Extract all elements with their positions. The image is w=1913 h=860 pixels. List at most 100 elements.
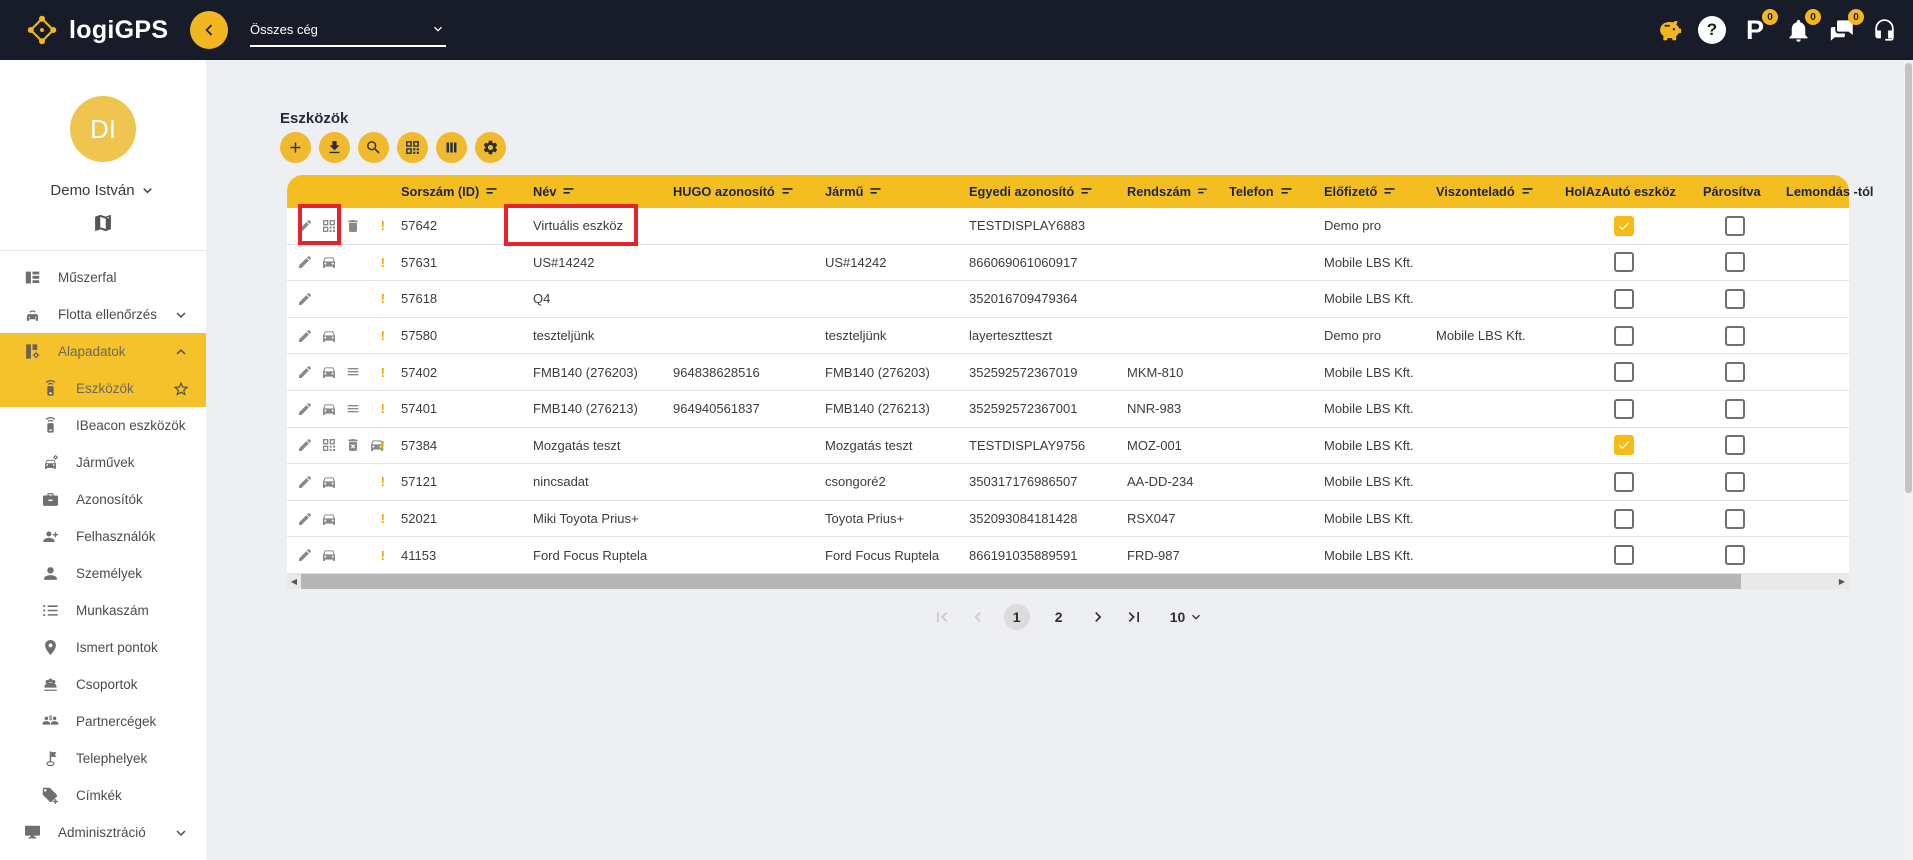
column-header-sorszam[interactable]: Sorszám (ID) [391, 184, 523, 199]
parositva-checkbox[interactable] [1725, 326, 1745, 346]
previous-page-button[interactable] [968, 607, 988, 627]
sidebar-item-ibeacon-eszkozok[interactable]: IBeacon eszközök [0, 407, 206, 444]
parositva-checkbox[interactable] [1725, 289, 1745, 309]
holazauto-checkbox[interactable] [1614, 509, 1634, 529]
sidebar-item-muszerfal[interactable]: Műszerfal [0, 259, 206, 296]
map-button[interactable] [0, 212, 206, 234]
parositva-checkbox[interactable] [1725, 252, 1745, 272]
pencil-action-button[interactable] [297, 328, 313, 344]
page-button-2[interactable]: 2 [1046, 604, 1072, 630]
car-action-button[interactable] [321, 254, 337, 270]
scroll-right-arrow[interactable]: ▶ [1835, 574, 1849, 589]
piggy-bank-button[interactable] [1653, 8, 1684, 52]
holazauto-checkbox[interactable] [1614, 289, 1634, 309]
pencil-action-button[interactable] [297, 511, 313, 527]
filter-icon [1382, 184, 1397, 199]
holazauto-checkbox[interactable] [1614, 362, 1634, 382]
sidebar-item-cimkek[interactable]: Címkék [0, 777, 206, 814]
pencil-action-button[interactable] [297, 401, 313, 417]
parositva-checkbox[interactable] [1725, 545, 1745, 565]
pencil-action-button[interactable] [297, 437, 313, 453]
user-menu[interactable]: Demo István [0, 182, 206, 199]
sidebar-item-munkaszam[interactable]: Munkaszám [0, 592, 206, 629]
car-action-button[interactable] [321, 401, 337, 417]
sidebar-item-szemelyek[interactable]: Személyek [0, 555, 206, 592]
list-action-button[interactable] [345, 401, 361, 417]
export-button[interactable] [319, 132, 350, 163]
sidebar-item-azonositok[interactable]: Azonosítók [0, 481, 206, 518]
holazauto-checkbox[interactable] [1614, 216, 1634, 236]
company-select[interactable]: Összes cég [250, 21, 446, 47]
user-block: DI Demo István [0, 60, 206, 251]
search-button[interactable] [358, 132, 389, 163]
holazauto-checkbox[interactable] [1614, 435, 1634, 455]
column-settings-button[interactable] [436, 132, 467, 163]
column-header-hugo[interactable]: HUGO azonosító [663, 184, 815, 199]
column-header-viszontelado[interactable]: Viszonteladó [1426, 184, 1555, 199]
qr-action-button[interactable] [321, 437, 337, 453]
avatar[interactable]: DI [70, 96, 136, 162]
list-action-button[interactable] [345, 364, 361, 380]
holazauto-checkbox[interactable] [1614, 472, 1634, 492]
scroll-left-arrow[interactable]: ◀ [287, 574, 301, 589]
pencil-action-button[interactable] [297, 254, 313, 270]
car-action-button[interactable] [321, 364, 337, 380]
column-header-jarmu[interactable]: Jármű [815, 184, 959, 199]
notifications-button[interactable]: 0 [1783, 8, 1813, 52]
trash-x-action-button[interactable] [345, 437, 361, 453]
next-page-button[interactable] [1088, 607, 1108, 627]
parositva-checkbox[interactable] [1725, 472, 1745, 492]
column-header-nev[interactable]: Név [523, 184, 663, 199]
column-header-telefon[interactable]: Telefon [1219, 184, 1314, 199]
pencil-action-button[interactable] [297, 547, 313, 563]
add-device-button[interactable] [280, 132, 311, 163]
column-header-egyedi[interactable]: Egyedi azonosító [959, 184, 1117, 199]
parositva-checkbox[interactable] [1725, 362, 1745, 382]
qr-scan-button[interactable] [397, 132, 428, 163]
sidebar-item-ismert-pontok[interactable]: Ismert pontok [0, 629, 206, 666]
notification-badge: 0 [1805, 9, 1821, 25]
parking-button[interactable]: P0 [1740, 8, 1770, 52]
holazauto-checkbox[interactable] [1614, 399, 1634, 419]
horizontal-scrollbar-thumb[interactable] [301, 574, 1741, 589]
messages-button[interactable]: 0 [1826, 8, 1856, 52]
column-header-elofizeto[interactable]: Előfizető [1314, 184, 1426, 199]
sidebar-item-jarmuvek[interactable]: Járművek [0, 444, 206, 481]
pencil-action-button[interactable] [297, 474, 313, 490]
column-header-rendszam[interactable]: Rendszám [1117, 184, 1219, 199]
search-icon [365, 139, 382, 156]
parositva-checkbox[interactable] [1725, 509, 1745, 529]
car-action-button[interactable] [321, 474, 337, 490]
vertical-scrollbar-thumb[interactable] [1905, 63, 1912, 493]
sidebar-item-telephelyek[interactable]: Telephelyek [0, 740, 206, 777]
sidebar-item-eszkozok[interactable]: Eszközök [0, 370, 206, 407]
holazauto-checkbox[interactable] [1614, 545, 1634, 565]
favorite-star[interactable] [172, 380, 190, 398]
page-button-1[interactable]: 1 [1004, 604, 1030, 630]
support-button[interactable] [1869, 8, 1899, 52]
help-button[interactable]: ? [1697, 8, 1727, 52]
pencil-action-button[interactable] [297, 291, 313, 307]
car-action-button[interactable] [321, 328, 337, 344]
sidebar-collapse-button[interactable] [190, 11, 228, 49]
sidebar-item-alapadatok[interactable]: Alapadatok [0, 333, 206, 370]
sidebar-item-felhasznalok[interactable]: Felhasználók [0, 518, 206, 555]
car-action-button[interactable] [321, 511, 337, 527]
last-page-button[interactable] [1124, 607, 1144, 627]
holazauto-checkbox[interactable] [1614, 252, 1634, 272]
parositva-checkbox[interactable] [1725, 216, 1745, 236]
holazauto-checkbox[interactable] [1614, 326, 1634, 346]
app-logo[interactable]: logiGPS [24, 0, 168, 60]
first-page-button[interactable] [932, 607, 952, 627]
car-action-button[interactable] [321, 547, 337, 563]
sidebar-item-flotta-ellenorzes[interactable]: Flotta ellenőrzés [0, 296, 206, 333]
pencil-action-button[interactable] [297, 364, 313, 380]
table-settings-button[interactable] [475, 132, 506, 163]
parositva-checkbox[interactable] [1725, 435, 1745, 455]
sidebar-item-adminisztracio[interactable]: Adminisztráció [0, 814, 206, 851]
page-size-select[interactable]: 10 [1170, 609, 1205, 625]
sidebar-item-csoportok[interactable]: Csoportok [0, 666, 206, 703]
sidebar-item-partnercegek[interactable]: $Partnercégek [0, 703, 206, 740]
trash-action-button[interactable] [345, 218, 361, 234]
parositva-checkbox[interactable] [1725, 399, 1745, 419]
